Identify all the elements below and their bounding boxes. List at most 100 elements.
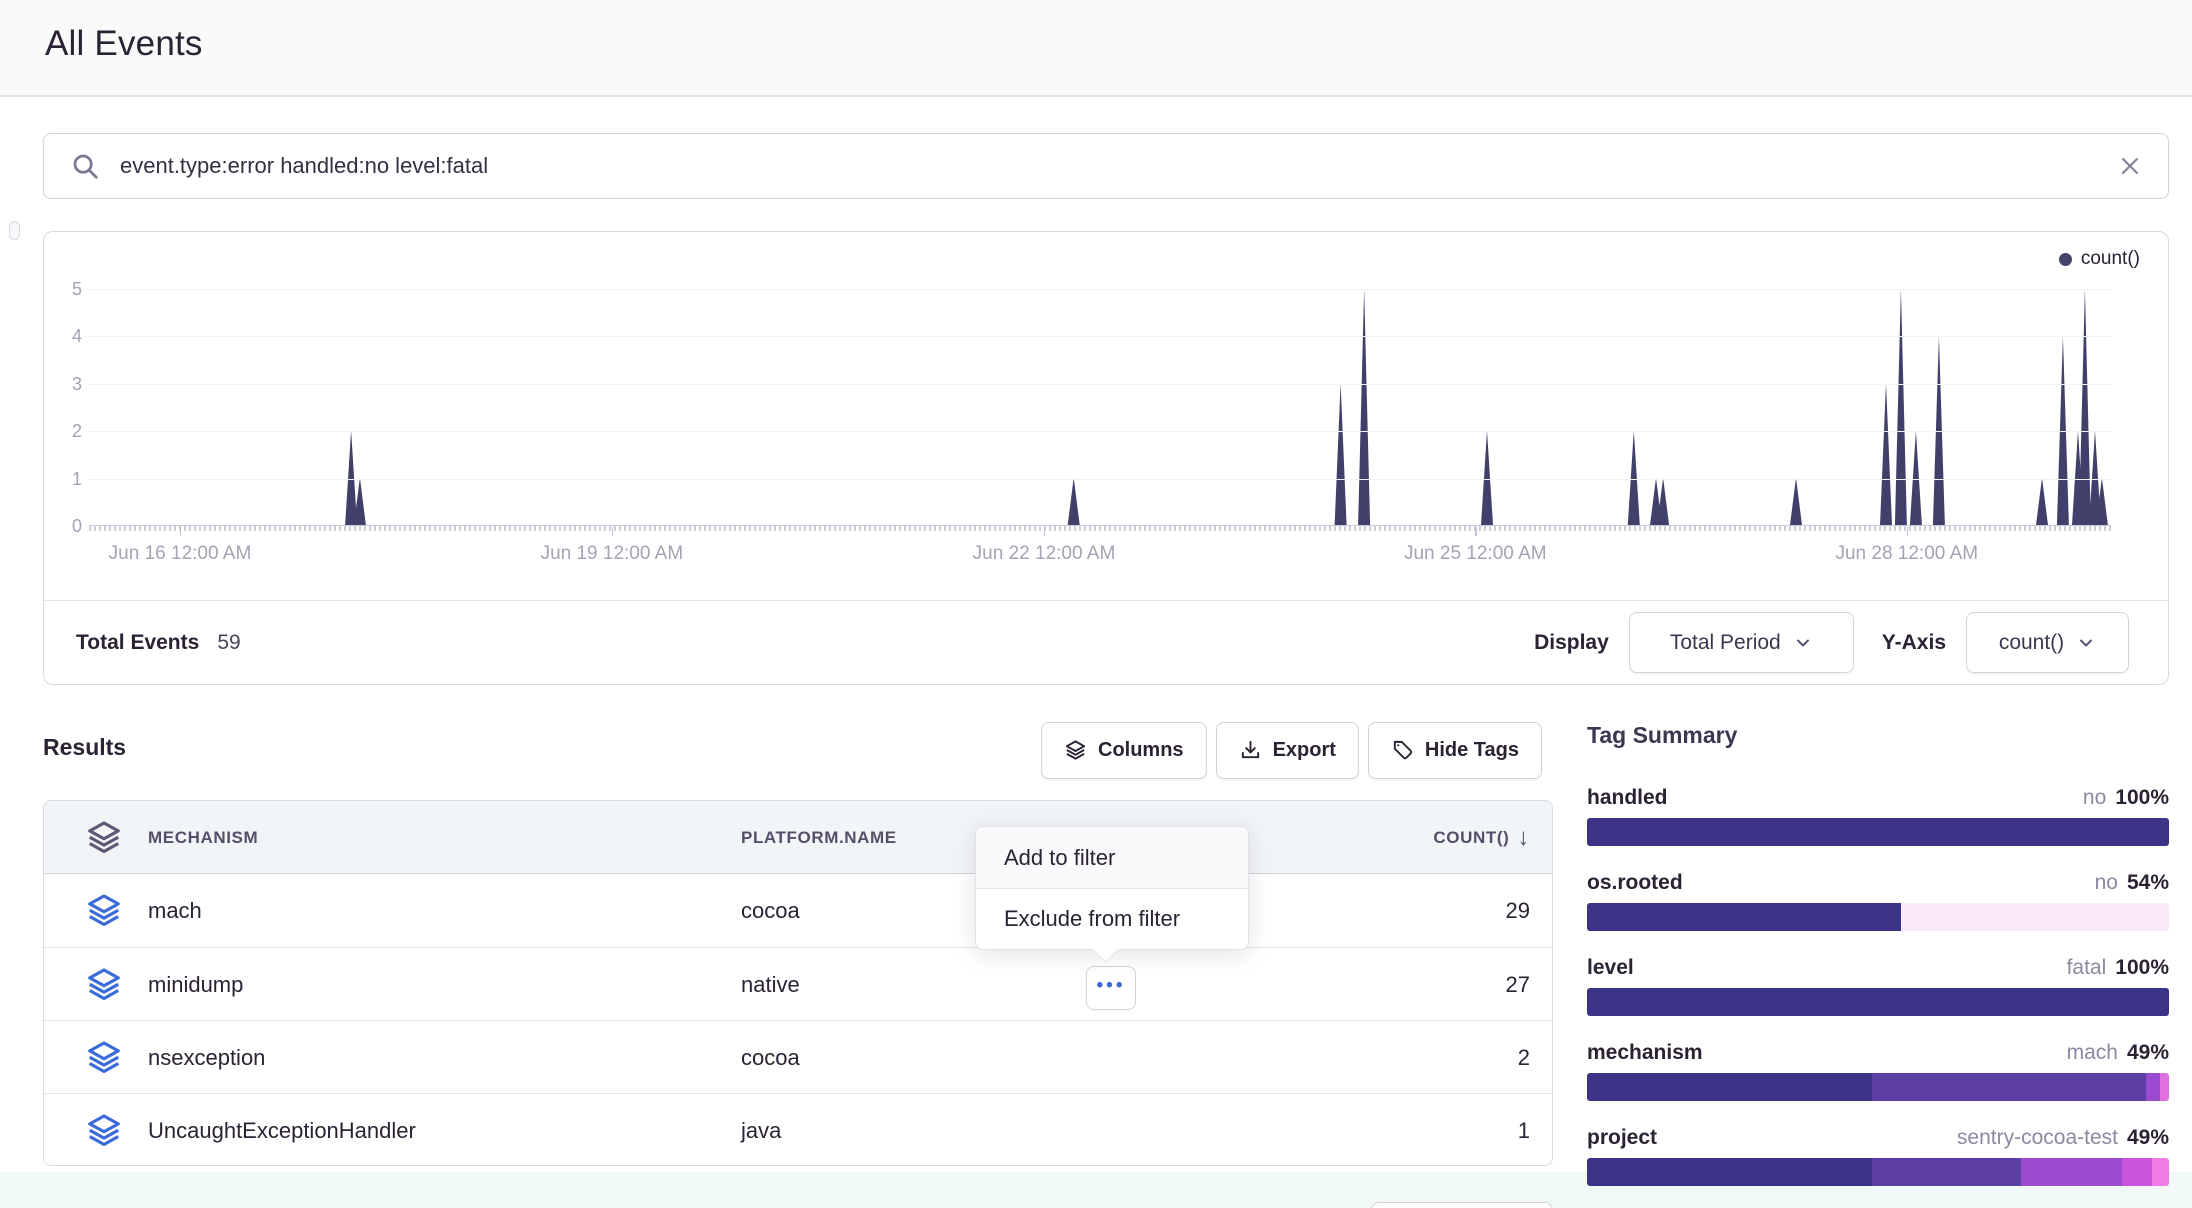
tag-top-percent: 49% [2127,1126,2169,1150]
clear-search-icon[interactable] [2118,154,2142,178]
tag-distribution-bar[interactable] [1587,988,2169,1016]
row-expand-icon[interactable] [85,1021,123,1094]
columns-button-label: Columns [1098,739,1184,762]
table-row-minidump[interactable]: minidumpnative27 [44,947,1552,1020]
search-query-text[interactable]: event.type:error handled:no level:fatal [120,153,2118,179]
table-header-row: MECHANISM PLATFORM.NAME COUNT() ↓ [44,801,1552,874]
row-more-actions-button[interactable]: ••• [1086,966,1136,1010]
tag-name: os.rooted [1587,871,1683,895]
search-bar[interactable]: event.type:error handled:no level:fatal [43,133,2169,199]
menu-item-exclude-from-filter[interactable]: Exclude from filter [976,888,1248,949]
cell-platform: cocoa [741,874,800,947]
tag-bar-segment[interactable] [2146,1073,2161,1101]
sort-descending-icon: ↓ [1517,824,1530,852]
tag-bar-segment[interactable] [1587,903,1901,931]
x-axis-minor-ticks [89,526,2111,531]
sidebar-drag-handle[interactable] [9,221,20,240]
tag-entry-os-rooted: os.rootedno54% [1587,871,2169,931]
row-expand-icon[interactable] [85,948,123,1021]
tag-bar-segment[interactable] [1587,1073,1872,1101]
layers-icon [85,1039,123,1077]
y-axis-tick-label: 2 [46,420,82,442]
chart-series-count [89,271,2111,525]
total-events-value: 59 [217,631,240,655]
tag-distribution-bar[interactable] [1587,903,2169,931]
menu-item-add-to-filter[interactable]: Add to filter [976,827,1248,888]
legend-label: count() [2081,248,2140,270]
chart-footer: Total Events 59 Display Total Period Y-A… [44,600,2168,684]
tag-bar-segment[interactable] [1901,903,2169,931]
results-heading: Results [43,734,126,761]
x-axis-tick-label: Jun 28 12:00 AM [1835,543,1978,565]
tag-entry-project: project sentry-cocoa-test 49% [1587,1126,2169,1186]
tag-top-value: sentry-cocoa-test [1957,1126,2118,1150]
row-expand-icon[interactable] [85,1094,123,1166]
layers-icon [85,801,123,874]
tag-name: mechanism [1587,1041,1703,1065]
tag-bar-segment[interactable] [1872,1158,2020,1186]
tag-bar-segment[interactable] [1587,1158,1872,1186]
chart-plot-area[interactable]: Jun 16 12:00 AMJun 19 12:00 AMJun 22 12:… [89,271,2111,526]
y-axis-dropdown[interactable]: count() [1966,612,2129,673]
gridline [89,479,2111,480]
x-axis-tick [180,527,182,536]
column-header-platform[interactable]: PLATFORM.NAME [741,801,897,874]
download-icon [1239,739,1262,762]
x-axis-tick [1475,527,1477,536]
y-axis-label: Y-Axis [1882,631,1946,655]
tag-bar-segment[interactable] [1587,988,2169,1016]
row-expand-icon[interactable] [85,874,123,947]
pagination-buttons-partial[interactable] [1371,1202,1553,1208]
results-table: MECHANISM PLATFORM.NAME COUNT() ↓ mach co… [43,800,1553,1166]
results-toolbar: Columns Export Hide Tags [1041,722,1542,779]
search-icon [70,151,100,181]
cell-mechanism: mach [148,874,202,947]
events-chart-card: count() 543210 Jun 16 12:00 AMJun 19 12:… [43,231,2169,685]
export-button[interactable]: Export [1216,722,1359,779]
x-axis-tick [1907,527,1909,536]
tag-entry-handled: handledno100% [1587,786,2169,846]
y-axis-dropdown-value: count() [1999,631,2064,655]
tag-top-value: no [2095,871,2118,895]
table-row-nsexception[interactable]: nsexceptioncocoa2 [44,1020,1552,1093]
column-header-mechanism[interactable]: MECHANISM [148,801,258,874]
gridline [89,431,2111,432]
tag-name: project [1587,1126,1657,1150]
tag-bar-segment[interactable] [2122,1158,2151,1186]
x-axis-tick-label: Jun 25 12:00 AM [1404,543,1547,565]
table-row-mach[interactable]: machcocoa29 [44,874,1552,947]
cell-mechanism: minidump [148,948,243,1021]
tag-distribution-bar[interactable] [1587,818,2169,846]
tag-bar-segment[interactable] [1587,818,2169,846]
hide-tags-button[interactable]: Hide Tags [1368,722,1542,779]
y-axis-tick-label: 5 [46,278,82,300]
cell-platform: cocoa [741,1021,800,1094]
tag-bar-segment[interactable] [2160,1073,2169,1101]
layers-icon [85,1112,123,1150]
cell-count: 1 [1518,1094,1530,1166]
gridline [89,384,2111,385]
y-axis-tick-label: 0 [46,515,82,537]
tag-bar-segment[interactable] [2021,1158,2123,1186]
tag-distribution-bar[interactable] [1587,1073,2169,1101]
page-header: All Events [0,0,2192,97]
tag-summary-panel: Tag Summary handledno100%os.rootedno54%l… [1587,722,2169,1208]
columns-button[interactable]: Columns [1041,722,1207,779]
column-header-count-label: COUNT() [1433,828,1509,848]
cell-count: 27 [1506,948,1530,1021]
table-row-uncaughtexceptionhandler[interactable]: UncaughtExceptionHandlerjava1 [44,1093,1552,1166]
tag-bar-segment[interactable] [1872,1073,2146,1101]
display-dropdown[interactable]: Total Period [1629,612,1854,673]
column-header-count[interactable]: COUNT() ↓ [1433,801,1530,874]
tag-top-percent: 49% [2127,1041,2169,1065]
x-axis-tick [1044,527,1046,536]
tag-bar-segment[interactable] [2152,1158,2169,1186]
legend-dot-icon [2059,253,2072,266]
tag-distribution-bar[interactable] [1587,1158,2169,1186]
y-axis-tick-label: 1 [46,468,82,490]
tag-top-percent: 100% [2115,956,2169,980]
y-axis-tick-label: 4 [46,325,82,347]
chart-legend[interactable]: count() [2059,248,2140,270]
tag-top-value: mach [2067,1041,2118,1065]
page-title: All Events [45,24,203,64]
